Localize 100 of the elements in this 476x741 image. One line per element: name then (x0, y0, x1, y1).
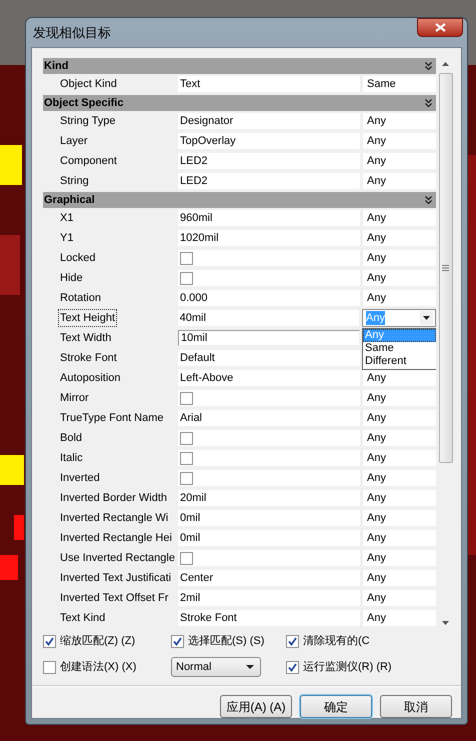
property-label: Y1 (59, 231, 74, 246)
value-cell[interactable]: Stroke Font (178, 610, 360, 626)
dialog-button[interactable]: 应用(A) (A) (220, 695, 292, 718)
compare-cell[interactable]: Any (363, 113, 436, 129)
compare-cell[interactable]: Any (363, 250, 436, 266)
caret-icon (246, 665, 254, 669)
value-cell[interactable] (178, 430, 360, 446)
value-cell[interactable] (178, 250, 360, 266)
property-label: String Type (59, 114, 116, 129)
value-cell[interactable] (178, 270, 360, 286)
checkbox[interactable] (180, 552, 193, 564)
dialog-button[interactable]: 确定 (300, 695, 372, 718)
checkbox-label[interactable]: 创建语法(X) (X) (60, 658, 136, 676)
property-label: Inverted Text Offset Fr (59, 591, 170, 606)
value-cell[interactable]: Arial (178, 410, 360, 426)
checkbox[interactable] (171, 634, 184, 648)
value-cell[interactable]: LED2 (178, 173, 360, 189)
value-cell[interactable]: Left-Above (178, 370, 360, 386)
checkbox[interactable] (180, 472, 193, 484)
compare-cell[interactable]: Any (363, 133, 436, 149)
property-label: Locked (59, 251, 96, 266)
close-button[interactable] (417, 18, 463, 37)
property-label: Inverted Border Width (59, 491, 168, 506)
value-cell[interactable] (178, 550, 360, 566)
property-label: Mirror (59, 391, 90, 406)
compare-cell[interactable]: Any (363, 370, 436, 386)
property-label: Autoposition (59, 371, 122, 386)
value-cell[interactable]: 1020mil (178, 230, 360, 246)
checkbox[interactable] (286, 660, 299, 674)
collapse-icon (425, 99, 432, 107)
property-label: TrueType Font Name (59, 411, 165, 426)
scroll-up-icon (442, 62, 449, 66)
value-cell[interactable] (178, 450, 360, 466)
checkbox[interactable] (180, 272, 193, 284)
scroll-thumb[interactable] (438, 73, 452, 463)
checkbox[interactable] (180, 392, 193, 404)
compare-cell[interactable]: Any (363, 210, 436, 226)
compare-cell[interactable]: Any (363, 410, 436, 426)
checkbox[interactable] (180, 432, 193, 444)
value-cell[interactable]: 0mil (178, 530, 360, 546)
checkbox[interactable] (180, 452, 193, 464)
value-cell[interactable]: Designator (178, 113, 360, 129)
checkbox[interactable] (43, 634, 56, 648)
dropdown-option[interactable]: Same (363, 342, 436, 355)
value-cell[interactable]: 0.000 (178, 290, 360, 306)
value-cell[interactable]: Center (178, 570, 360, 586)
compare-cell[interactable]: Any (363, 510, 436, 526)
collapse-icon (425, 196, 432, 204)
compare-cell[interactable]: Any (363, 153, 436, 169)
value-cell[interactable]: TopOverlay (178, 133, 360, 149)
checkbox[interactable] (286, 634, 299, 648)
value-cell[interactable]: Default (178, 350, 360, 366)
compare-cell[interactable]: Any (363, 490, 436, 506)
compare-cell[interactable]: Any (363, 530, 436, 546)
close-icon (434, 23, 446, 32)
property-label: X1 (59, 211, 74, 226)
property-label: Inverted Rectangle Hei (59, 531, 173, 546)
value-cell[interactable] (178, 390, 360, 406)
window-title: 发现相似目标 (33, 24, 111, 42)
value-cell[interactable]: 960mil (178, 210, 360, 226)
checkbox[interactable] (180, 252, 193, 264)
compare-cell[interactable]: Same (363, 76, 436, 92)
checkbox-label[interactable]: 缩放匹配(Z) (Z) (60, 632, 136, 650)
mode-select[interactable]: Normal (171, 657, 261, 677)
compare-cell[interactable]: Any (363, 290, 436, 306)
property-label: Object Kind (59, 77, 118, 92)
compare-cell[interactable]: Any (363, 390, 436, 406)
property-label: Layer (59, 134, 89, 149)
checkbox-label[interactable]: 选择匹配(S) (S) (188, 632, 264, 650)
value-cell[interactable] (178, 470, 360, 486)
collapse-icon (425, 62, 432, 70)
value-cell[interactable]: 10mil (178, 330, 360, 346)
compare-cell[interactable]: Any (363, 470, 436, 486)
compare-cell[interactable]: Any (363, 230, 436, 246)
compare-cell[interactable]: Any (363, 550, 436, 566)
section-header[interactable]: Object Specific (43, 95, 436, 111)
compare-cell[interactable]: Any (363, 610, 436, 626)
property-label: Bold (59, 431, 84, 446)
value-cell[interactable]: 40mil (178, 310, 359, 326)
value-cell[interactable]: LED2 (178, 153, 360, 169)
compare-cell[interactable]: Any (363, 450, 436, 466)
dropdown-option[interactable]: Different (363, 355, 436, 368)
checkbox[interactable] (43, 660, 56, 674)
checkbox-label[interactable]: 清除现有的(C (303, 632, 370, 650)
compare-cell[interactable]: Any (363, 570, 436, 586)
grip-icon (442, 265, 449, 271)
compare-cell[interactable]: Any (363, 173, 436, 189)
value-cell[interactable]: Text (178, 76, 360, 92)
compare-cell[interactable]: Any (363, 430, 436, 446)
dialog-button[interactable]: 取消 (380, 695, 452, 718)
section-header[interactable]: Kind (43, 58, 436, 74)
property-label: Hide (59, 271, 84, 286)
value-cell[interactable]: 20mil (178, 490, 360, 506)
compare-cell[interactable]: Any (363, 590, 436, 606)
value-cell[interactable]: 0mil (178, 510, 360, 526)
checkbox-label[interactable]: 运行监测仪(R) (R) (303, 658, 392, 676)
section-header[interactable]: Graphical (43, 192, 436, 208)
compare-cell[interactable]: Any (363, 270, 436, 286)
property-label: Inverted (59, 471, 101, 486)
value-cell[interactable]: 2mil (178, 590, 360, 606)
